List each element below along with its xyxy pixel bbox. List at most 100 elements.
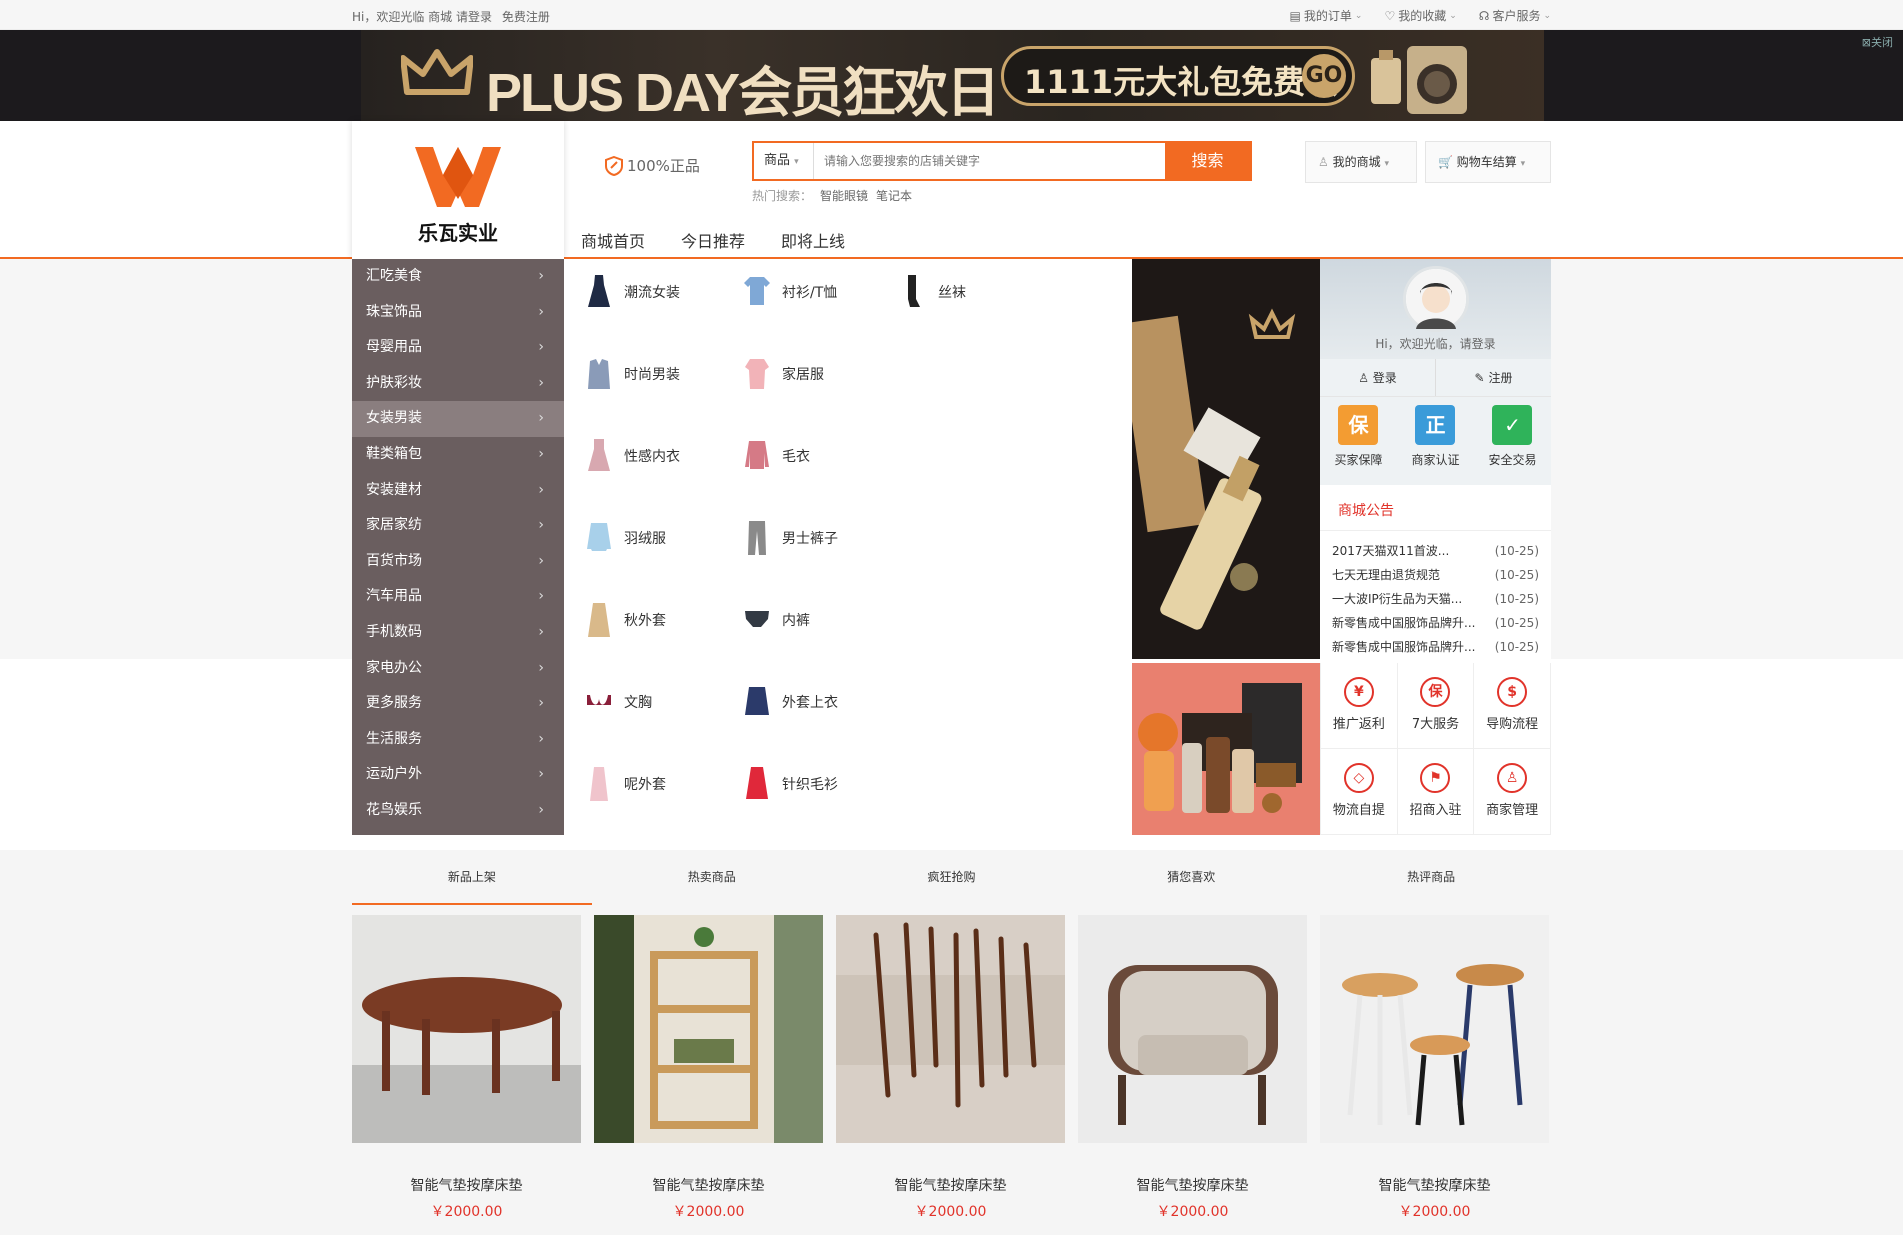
- product-image[interactable]: [352, 915, 581, 1143]
- service-item[interactable]: ♙ 商家管理: [1474, 749, 1551, 835]
- service-item[interactable]: $ 导购流程: [1474, 663, 1551, 749]
- nav-upcoming[interactable]: 即将上线: [781, 228, 845, 252]
- trust-badge[interactable]: 保买家保障: [1334, 405, 1383, 485]
- subcategory-item[interactable]: 文胸: [586, 683, 652, 721]
- category-item[interactable]: 汽车用品 ›: [352, 579, 564, 615]
- login-link[interactable]: Hi，欢迎光临 商城 请登录: [352, 10, 492, 24]
- product-image[interactable]: [1078, 915, 1307, 1143]
- product-tab[interactable]: 热评商品: [1311, 850, 1551, 905]
- trust-badge[interactable]: 正商家认证: [1411, 405, 1460, 485]
- category-item[interactable]: 珠宝饰品 ›: [352, 295, 564, 331]
- banner-close-button[interactable]: ⊠关闭: [1862, 34, 1893, 50]
- my-mall-button[interactable]: ♙ 我的商城 ▾: [1305, 141, 1417, 183]
- notice-item[interactable]: 新零售成中国服饰品牌升... (10-25): [1332, 611, 1539, 635]
- subcategory-item[interactable]: 毛衣: [744, 437, 810, 475]
- product-image[interactable]: [1320, 915, 1549, 1143]
- subcategory-item[interactable]: 家居服: [744, 355, 824, 393]
- notice-item[interactable]: 一大波IP衍生品为天猫... (10-25): [1332, 587, 1539, 611]
- subcategory-item[interactable]: 针织毛衫: [744, 765, 838, 803]
- product-tab[interactable]: 猜您喜欢: [1071, 850, 1311, 905]
- product-name[interactable]: 智能气垫按摩床垫: [1320, 1175, 1549, 1195]
- notice-item[interactable]: 七天无理由退货规范 (10-25): [1332, 563, 1539, 587]
- customer-service-link[interactable]: ☊ 客户服务 ⌄: [1479, 7, 1551, 24]
- category-item[interactable]: 花鸟娱乐 ›: [352, 793, 564, 829]
- nav-today[interactable]: 今日推荐: [681, 228, 745, 252]
- product-name[interactable]: 智能气垫按摩床垫: [594, 1175, 823, 1195]
- service-item[interactable]: ¥ 推广返利: [1321, 663, 1398, 749]
- search-button[interactable]: 搜索: [1165, 143, 1250, 179]
- badge-label: 商家认证: [1411, 453, 1460, 467]
- search-bar: 商品 ▾ 搜索: [752, 141, 1252, 181]
- avatar[interactable]: [1403, 266, 1469, 332]
- category-item[interactable]: 更多服务 ›: [352, 686, 564, 722]
- product-tab[interactable]: 新品上架: [352, 850, 592, 905]
- service-item[interactable]: ◇ 物流自提: [1321, 749, 1398, 835]
- subcategory-item[interactable]: 衬衫/T恤: [744, 273, 837, 311]
- downjacket-icon: [587, 523, 611, 551]
- product-tab[interactable]: 热卖商品: [592, 850, 832, 905]
- subcategory-item[interactable]: 外套上衣: [744, 683, 838, 721]
- promo-banner[interactable]: PLUS DAY会员狂欢日 1111元大礼包免费领 GO ⊠关闭: [0, 30, 1903, 121]
- subcategory-item[interactable]: 潮流女装: [586, 273, 680, 311]
- product-image[interactable]: [594, 915, 823, 1143]
- register-button[interactable]: ✎ 注册: [1436, 359, 1551, 396]
- my-orders-link[interactable]: ▤ 我的订单 ⌄: [1290, 7, 1363, 24]
- site-logo[interactable]: 乐瓦实业: [352, 121, 564, 259]
- wooden-oval-table-image: [352, 915, 581, 1143]
- hot-term-link[interactable]: 笔记本: [876, 189, 912, 203]
- product-card[interactable]: 智能气垫按摩床垫 ￥2000.00: [836, 915, 1065, 1221]
- category-item[interactable]: 女装男装 ›: [352, 401, 564, 437]
- product-name[interactable]: 智能气垫按摩床垫: [836, 1175, 1065, 1195]
- notice-title[interactable]: 商城公告: [1320, 491, 1551, 531]
- product-name[interactable]: 智能气垫按摩床垫: [1078, 1175, 1307, 1195]
- subcategory-item[interactable]: 呢外套: [586, 765, 666, 803]
- category-item[interactable]: 生活服务 ›: [352, 722, 564, 758]
- category-item[interactable]: 母婴用品 ›: [352, 330, 564, 366]
- category-item[interactable]: 百货市场 ›: [352, 544, 564, 580]
- chevron-right-icon: ›: [538, 481, 544, 498]
- login-button[interactable]: ♙ 登录: [1320, 359, 1436, 396]
- service-item[interactable]: 保 7大服务: [1397, 663, 1475, 749]
- subcategory-item[interactable]: 羽绒服: [586, 519, 666, 557]
- product-name[interactable]: 智能气垫按摩床垫: [352, 1175, 581, 1195]
- product-tab[interactable]: 疯狂抢购: [832, 850, 1072, 905]
- subcategory-item[interactable]: 时尚男装: [586, 355, 680, 393]
- notice-item[interactable]: 新零售成中国服饰品牌升... (10-25): [1332, 635, 1539, 659]
- product-image[interactable]: [836, 915, 1065, 1143]
- nav-home[interactable]: 商城首页: [581, 228, 645, 252]
- cart-button[interactable]: 🛒 购物车结算 ▾: [1425, 141, 1551, 183]
- banner-go-button[interactable]: GO: [1302, 54, 1346, 98]
- subcategory-item[interactable]: 秋外套: [586, 601, 666, 639]
- category-item[interactable]: 汇吃美食 ›: [352, 259, 564, 295]
- subcategory-item[interactable]: 性感内衣: [586, 437, 680, 475]
- product-card[interactable]: 智能气垫按摩床垫 ￥2000.00: [352, 915, 581, 1221]
- service-item[interactable]: ⚑ 招商入驻: [1397, 749, 1475, 835]
- product-card[interactable]: 智能气垫按摩床垫 ￥2000.00: [1078, 915, 1307, 1221]
- trust-badge[interactable]: ✓ 安全交易: [1488, 405, 1537, 485]
- category-item[interactable]: 鞋类箱包 ›: [352, 437, 564, 473]
- service-label: 招商入驻: [1409, 803, 1462, 818]
- chevron-right-icon: ›: [538, 552, 544, 569]
- hero-cosmetics-image[interactable]: [1132, 259, 1320, 659]
- banner-offer-pill[interactable]: 1111元大礼包免费领 GO: [1001, 46, 1355, 106]
- notice-item[interactable]: 2017天猫双11首波... (10-25): [1332, 539, 1539, 563]
- badge-icon: ✓: [1492, 405, 1533, 445]
- category-item[interactable]: 手机数码 ›: [352, 615, 564, 651]
- subcategory-item[interactable]: 内裤: [744, 601, 810, 639]
- category-item[interactable]: 运动户外 ›: [352, 757, 564, 793]
- hot-term-link[interactable]: 智能眼镜: [820, 189, 868, 203]
- product-card[interactable]: 智能气垫按摩床垫 ￥2000.00: [594, 915, 823, 1221]
- category-item[interactable]: 家电办公 ›: [352, 651, 564, 687]
- product-card[interactable]: 智能气垫按摩床垫 ￥2000.00: [1320, 915, 1549, 1221]
- category-item[interactable]: 家居家纺 ›: [352, 508, 564, 544]
- category-item[interactable]: 安装建材 ›: [352, 473, 564, 509]
- subcategory-item[interactable]: 丝袜: [900, 273, 966, 311]
- search-input[interactable]: [814, 143, 1165, 179]
- category-item[interactable]: 护肤彩妆 ›: [352, 366, 564, 402]
- search-category-select[interactable]: 商品 ▾: [754, 143, 814, 179]
- register-link[interactable]: 免费注册: [502, 10, 550, 24]
- subcategory-item[interactable]: 男士裤子: [744, 519, 838, 557]
- hero-snacks-image[interactable]: [1132, 663, 1320, 835]
- my-favorites-link[interactable]: ♡ 我的收藏 ⌄: [1384, 7, 1456, 24]
- close-icon: ⊠: [1861, 36, 1871, 49]
